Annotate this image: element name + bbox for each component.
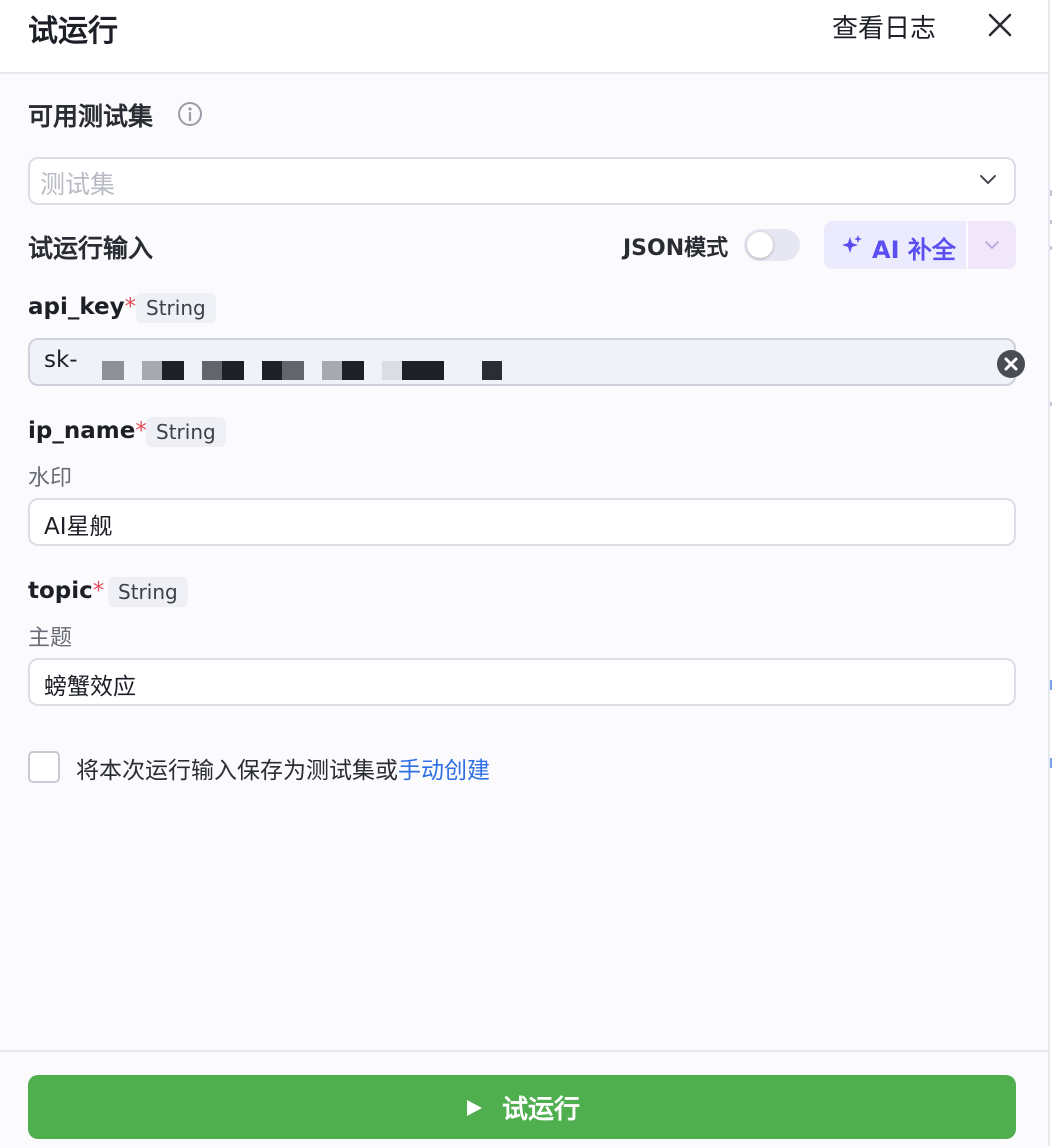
field-name-text: ip_name: [28, 418, 136, 444]
topic-value: 螃蟹效应: [44, 674, 136, 700]
run-button-label: 试运行: [502, 1095, 581, 1125]
test-set-select[interactable]: 测试集: [28, 157, 1016, 205]
json-mode-label: JSON模式: [623, 236, 729, 261]
run-input-label: 试运行输入: [28, 234, 154, 263]
test-run-panel: 试运行 查看日志 可用测试集 测试集 试运行输入 JSON模式 AI 补全 ap…: [0, 0, 1050, 1148]
ai-fill-dropdown[interactable]: [968, 221, 1016, 269]
manual-create-link[interactable]: 手动创建: [398, 758, 490, 784]
ai-fill-button[interactable]: AI 补全: [824, 221, 966, 269]
topic-type-tag: String: [108, 577, 188, 607]
required-mark: *: [92, 578, 105, 604]
sparkle-icon: [842, 235, 862, 253]
field-name-text: topic: [28, 578, 93, 604]
api-key-value: sk-: [44, 347, 78, 373]
ip-name-value: AI星舰: [44, 514, 113, 540]
view-log-button[interactable]: 查看日志: [832, 8, 936, 45]
clear-icon[interactable]: [996, 349, 1026, 379]
topic-description: 主题: [28, 626, 73, 651]
json-mode-toggle[interactable]: [744, 229, 800, 261]
ip-name-description: 水印: [28, 466, 73, 491]
ip-name-type-tag: String: [146, 417, 226, 447]
panel-header: 试运行 查看日志: [0, 0, 1048, 74]
play-icon: [467, 1100, 482, 1116]
test-set-placeholder: 测试集: [40, 170, 116, 199]
save-test-set-checkbox[interactable]: [28, 751, 60, 783]
topic-input[interactable]: 螃蟹效应: [28, 658, 1016, 706]
chevron-down-icon: [985, 241, 999, 250]
chevron-down-icon: [980, 175, 996, 184]
save-test-set-label: 将本次运行输入保存为测试集或手动创建: [76, 751, 490, 785]
info-icon[interactable]: [177, 101, 203, 127]
test-set-label: 可用测试集: [28, 102, 154, 131]
api-key-input[interactable]: sk-: [28, 338, 1025, 386]
ai-fill-label: AI 补全: [872, 236, 956, 264]
close-icon[interactable]: [984, 9, 1016, 41]
toggle-knob: [747, 232, 773, 258]
run-button[interactable]: 试运行: [28, 1075, 1016, 1139]
save-test-set-text: 将本次运行输入保存为测试集或: [76, 758, 398, 784]
topic-field-name: topic*: [28, 578, 104, 604]
api-key-type-tag: String: [136, 293, 216, 323]
ip-name-input[interactable]: AI星舰: [28, 498, 1016, 546]
required-mark: *: [124, 294, 137, 320]
field-name-text: api_key: [28, 294, 125, 320]
panel-title: 试运行: [28, 14, 118, 49]
api-key-field-name: api_key*: [28, 294, 136, 320]
ip-name-field-name: ip_name*: [28, 418, 147, 444]
